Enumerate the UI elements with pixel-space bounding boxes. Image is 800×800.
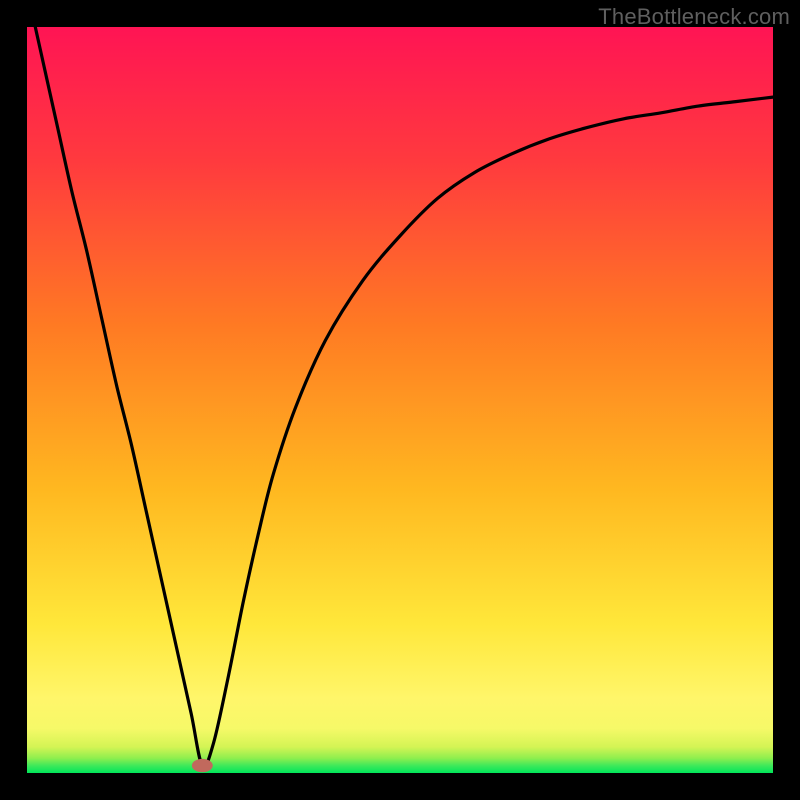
watermark-text: TheBottleneck.com [598,4,790,30]
chart-frame [27,27,773,773]
bottleneck-chart [27,27,773,773]
gradient-background [27,27,773,773]
optimal-marker [192,759,213,772]
